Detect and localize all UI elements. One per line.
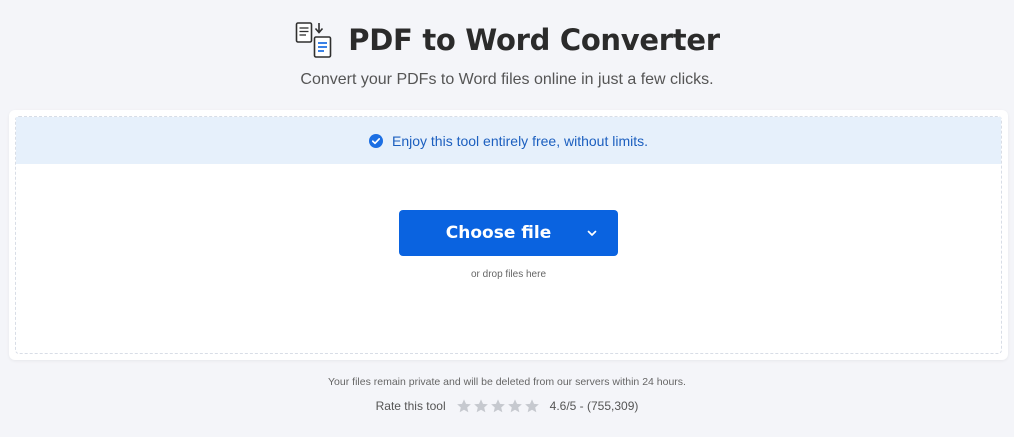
page-subtitle: Convert your PDFs to Word files online i…	[300, 71, 714, 88]
chevron-down-icon[interactable]	[586, 227, 598, 239]
title-row: PDF to Word Converter	[294, 20, 720, 60]
rating-stars[interactable]	[456, 398, 540, 414]
star-icon[interactable]	[490, 398, 506, 414]
free-tool-banner: Enjoy this tool entirely free, without l…	[16, 117, 1001, 164]
file-dropzone[interactable]: Enjoy this tool entirely free, without l…	[15, 116, 1002, 354]
star-icon[interactable]	[507, 398, 523, 414]
check-circle-icon	[369, 133, 383, 148]
rating-row: Rate this tool 4.6/5 - (755,309)	[0, 398, 1014, 414]
header: PDF to Word Converter	[0, 20, 1014, 60]
page-title: PDF to Word Converter	[348, 23, 720, 57]
pdf-to-word-icon	[295, 22, 332, 58]
drop-files-hint: or drop files here	[470, 269, 547, 280]
rating-score: 4.6/5 - (755,309)	[549, 399, 639, 413]
star-icon[interactable]	[456, 398, 472, 414]
privacy-notice: Your files remain private and will be de…	[328, 376, 686, 388]
banner-text: Enjoy this tool entirely free, without l…	[392, 132, 648, 149]
choose-file-button[interactable]: Choose file	[399, 210, 618, 256]
star-icon[interactable]	[473, 398, 489, 414]
choose-file-label: Choose file	[445, 223, 552, 243]
star-icon[interactable]	[524, 398, 540, 414]
upload-card: Enjoy this tool entirely free, without l…	[9, 110, 1008, 360]
rate-tool-label: Rate this tool	[375, 399, 446, 413]
